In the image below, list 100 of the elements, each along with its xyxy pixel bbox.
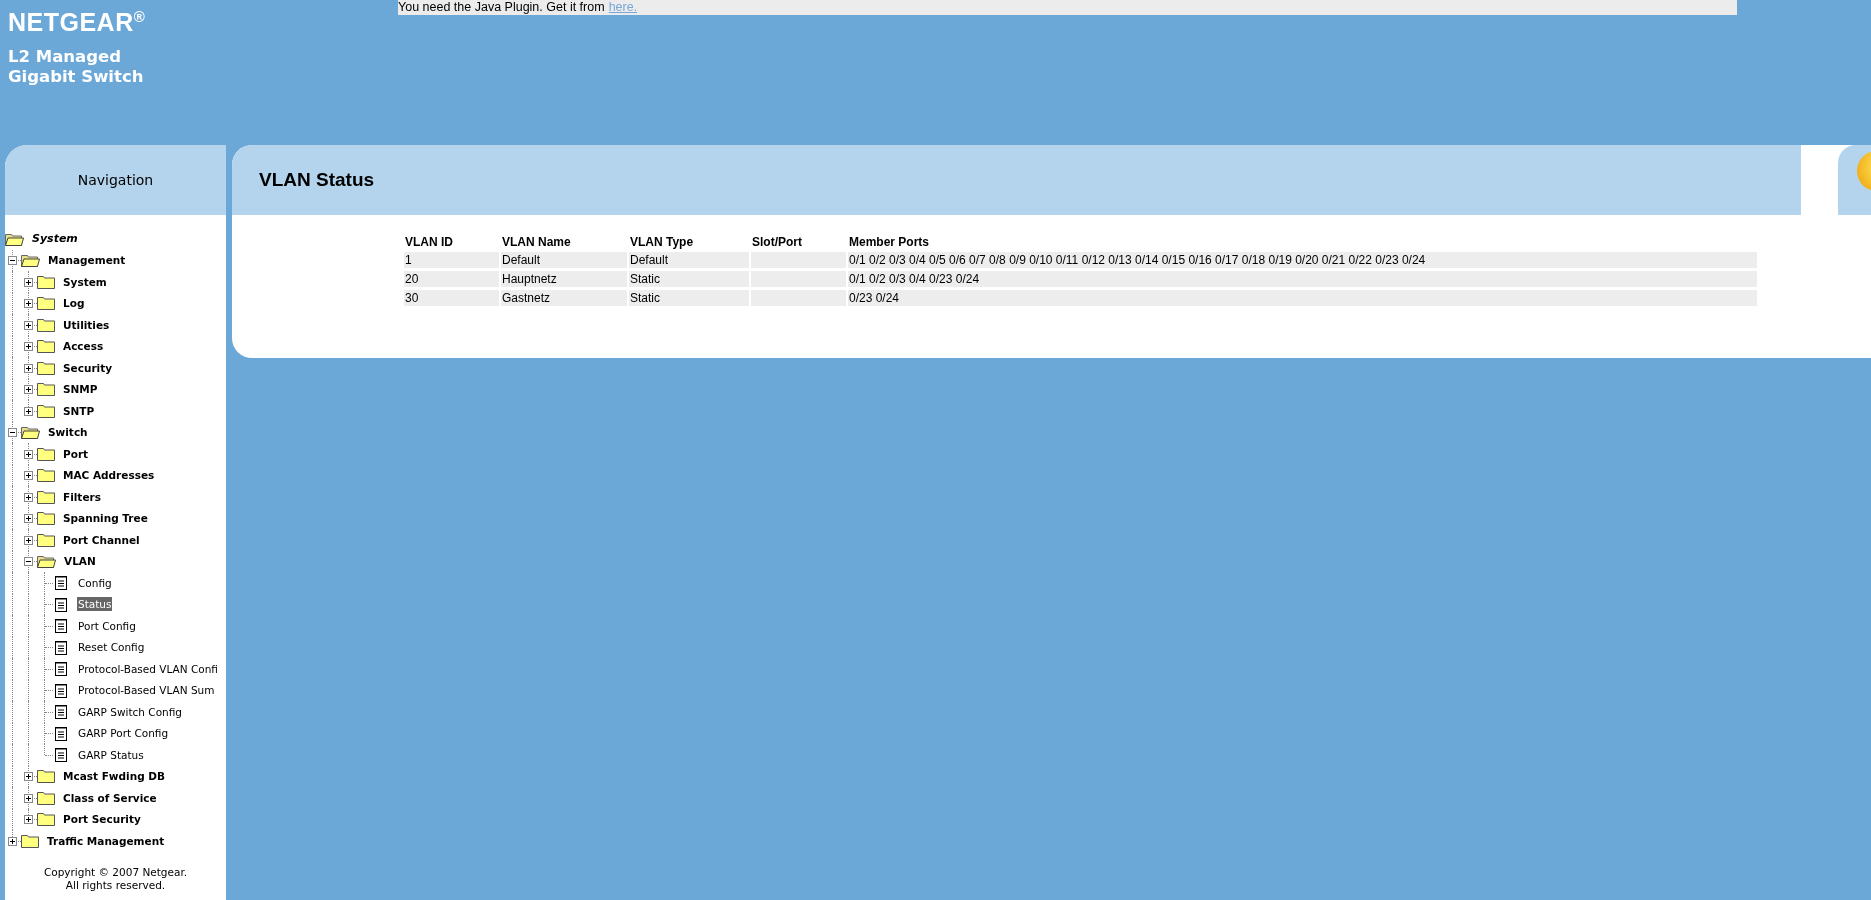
tree-item[interactable]: Port Config [77, 618, 137, 633]
page-icon [55, 725, 67, 741]
brand-logo: NETGEAR$^{®}$ [8, 8, 147, 38]
table-cell: Static [629, 271, 749, 287]
folder-icon [37, 317, 55, 332]
product-name: L2 Managed Gigabit Switch [8, 47, 145, 88]
expand-toggle[interactable] [24, 449, 33, 459]
tree-item[interactable]: Security [62, 360, 114, 375]
table-cell: 20 [404, 271, 499, 287]
tree-item[interactable]: Spanning Tree [62, 511, 149, 526]
table-cell: Default [629, 252, 749, 268]
tree-item[interactable]: Protocol-Based VLAN Sum [77, 683, 216, 698]
expand-toggle[interactable] [24, 320, 33, 330]
table-cell: 30 [404, 290, 499, 306]
tree-item[interactable]: Class of Service [62, 790, 158, 805]
tree-item[interactable]: Management [47, 253, 127, 268]
folder-icon [37, 468, 55, 483]
page-icon [55, 682, 67, 698]
tree-item[interactable]: Protocol-Based VLAN Confi [77, 661, 219, 676]
folder-icon [37, 296, 55, 311]
open-folder-icon [21, 253, 40, 268]
folder-icon [37, 769, 55, 784]
column-header: VLAN ID [405, 235, 453, 249]
tree-item[interactable]: SNTP [62, 403, 96, 418]
tree-item[interactable]: Port Security [62, 812, 142, 827]
expand-toggle[interactable] [24, 342, 33, 352]
table-cell: Gastnetz [501, 290, 627, 306]
page-title: VLAN Status [259, 169, 375, 191]
page-icon [55, 661, 67, 677]
folder-icon [37, 403, 55, 418]
page-icon [55, 747, 67, 763]
folder-icon [37, 339, 55, 354]
expand-toggle[interactable] [24, 363, 33, 373]
folder-icon [37, 382, 55, 397]
tree-item[interactable]: Mcast Fwding DB [62, 769, 167, 784]
tree-item[interactable]: System [31, 231, 79, 246]
expand-toggle[interactable] [24, 471, 33, 481]
folder-icon [37, 812, 55, 827]
folder-icon [37, 489, 55, 504]
collapse-toggle[interactable] [8, 428, 17, 438]
collapse-toggle[interactable] [24, 557, 33, 567]
folder-icon [37, 790, 55, 805]
tree-item[interactable]: Traffic Management [46, 833, 166, 848]
expand-toggle[interactable] [24, 299, 33, 309]
column-header: Member Ports [849, 235, 930, 249]
collapse-toggle[interactable] [8, 256, 17, 266]
table-cell: 0/23 0/24 [848, 290, 1757, 306]
expand-toggle[interactable] [24, 385, 33, 395]
tree-item[interactable]: SNMP [62, 382, 99, 397]
folder-icon [37, 532, 55, 547]
tree-item[interactable]: GARP Status [77, 747, 145, 762]
tree-item[interactable]: Config [77, 575, 113, 590]
tree-item[interactable]: Port [62, 446, 90, 461]
tree-item[interactable]: System [62, 274, 108, 289]
tree-item[interactable]: Log [62, 296, 86, 311]
column-header: VLAN Name [502, 235, 571, 249]
folder-icon [37, 446, 55, 461]
folder-icon [37, 360, 55, 375]
tree-item[interactable]: GARP Port Config [77, 726, 170, 741]
table-cell: Default [501, 252, 627, 268]
expand-toggle[interactable] [24, 535, 33, 545]
tree-item[interactable]: Filters [62, 489, 102, 504]
tree-item[interactable]: Status [77, 597, 113, 612]
tree-item[interactable]: Utilities [62, 317, 111, 332]
open-folder-icon [21, 425, 40, 440]
sun-icon [1855, 151, 1871, 191]
tree-item[interactable]: Access [62, 339, 105, 354]
table-cell: Static [629, 290, 749, 306]
open-folder-icon [37, 554, 56, 569]
expand-toggle[interactable] [24, 772, 33, 782]
java-notice: You need the Java Plugin. Get it from [398, 0, 605, 15]
folder-icon [37, 274, 55, 289]
table-cell: Hauptnetz [501, 271, 627, 287]
expand-toggle[interactable] [8, 836, 17, 846]
tree-item[interactable]: Reset Config [77, 640, 146, 655]
tree-item[interactable]: Switch [47, 425, 89, 440]
expand-toggle[interactable] [24, 492, 33, 502]
column-header: VLAN Type [630, 235, 694, 249]
page-icon [55, 618, 67, 634]
table-cell: 0/1 0/2 0/3 0/4 0/23 0/24 [848, 271, 1757, 287]
expand-toggle[interactable] [24, 815, 33, 825]
expand-toggle[interactable] [24, 514, 33, 524]
tree-item[interactable]: Port Channel [62, 532, 141, 547]
tree-item[interactable]: GARP Switch Config [77, 704, 184, 719]
folder-icon [21, 833, 39, 848]
tree-item[interactable]: MAC Addresses [62, 468, 156, 483]
navigation-title: Navigation [77, 172, 154, 188]
table-cell: 1 [404, 252, 499, 268]
page-icon [55, 596, 67, 612]
copyright-notice: Copyright © 2007 Netgear. All rights reserved. [42, 865, 189, 892]
folder-icon [37, 511, 55, 526]
expand-toggle[interactable] [24, 277, 33, 287]
page-icon [55, 575, 67, 591]
table-cell: 0/1 0/2 0/3 0/4 0/5 0/6 0/7 0/8 0/9 0/10 0/11 0/12 0/13 0/14 0/15 0/16 0/17 0/18 0/19 0/20 0/21 0/22 0/23 0/24 [848, 252, 1757, 268]
column-header: Slot/Port [752, 235, 802, 249]
expand-toggle[interactable] [24, 793, 33, 803]
page-icon [55, 639, 67, 655]
page-icon [55, 704, 67, 720]
tree-item[interactable]: VLAN [63, 554, 97, 569]
expand-toggle[interactable] [24, 406, 33, 416]
